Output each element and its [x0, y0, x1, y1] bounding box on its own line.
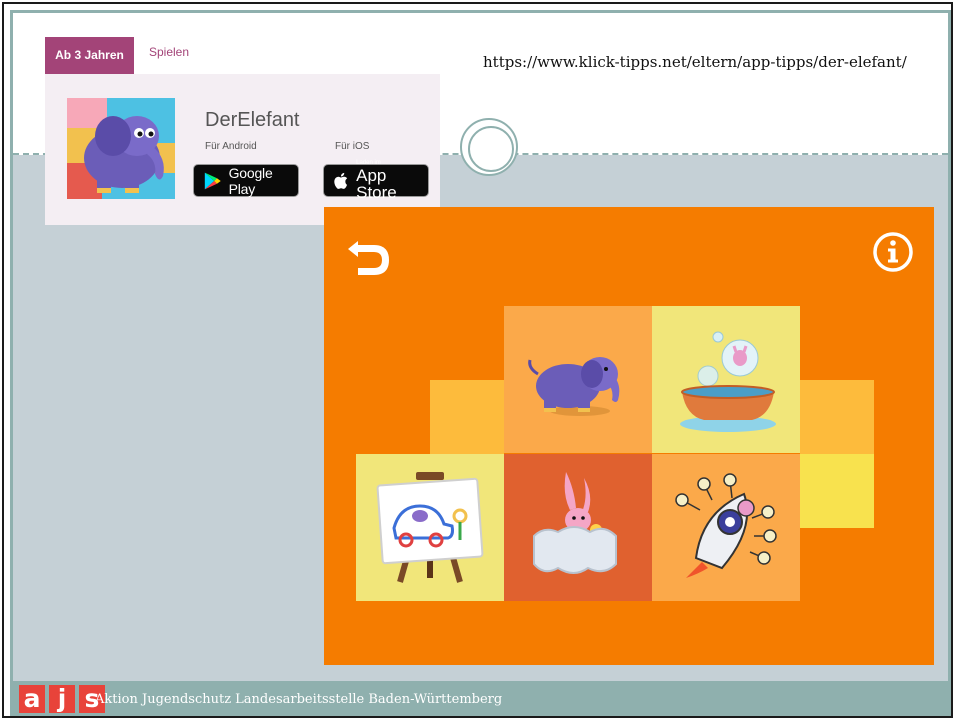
side-tile-left: [430, 380, 504, 454]
tile-elephant[interactable]: [504, 306, 652, 453]
game-screen: [324, 207, 934, 665]
tile-bathtub[interactable]: [652, 306, 800, 453]
info-icon[interactable]: [871, 230, 915, 274]
tab-play[interactable]: Spielen: [149, 37, 189, 74]
card-tabs: Ab 3 Jahren Spielen: [45, 37, 440, 74]
easel-icon: [376, 472, 484, 583]
app-name: DerElefant: [205, 109, 300, 131]
bathtub-icon: [680, 331, 776, 432]
apple-icon: [334, 172, 348, 189]
elephant-icon: [528, 357, 620, 416]
ajs-logo: a j s: [19, 685, 105, 713]
footer-text: Aktion Jugendschutz Landesarbeitsstelle …: [95, 692, 503, 707]
footer-bar: a j s Aktion Jugendschutz Landesarbeitss…: [13, 681, 948, 713]
google-play-label: Google Play: [228, 164, 273, 197]
source-url[interactable]: https://www.klick-tipps.net/eltern/app-t…: [483, 53, 907, 71]
ios-label: Für iOS: [335, 141, 370, 152]
app-store-text: Laden im App Store: [356, 160, 428, 201]
app-card: Ab 3 Jahren Spielen DerElefant Für Andro…: [45, 37, 440, 225]
side-tile-right: [800, 380, 874, 454]
tile-rocket[interactable]: [652, 454, 800, 601]
side-tile-right-lower: [800, 454, 874, 528]
app-store-button[interactable]: Laden im App Store: [323, 160, 429, 201]
rabbit-icon: [533, 472, 617, 574]
app-icon: [67, 98, 175, 199]
google-play-icon: [204, 172, 221, 189]
logo-letter-j: j: [49, 685, 75, 713]
slide-frame: https://www.klick-tipps.net/eltern/app-t…: [2, 2, 953, 718]
google-play-button[interactable]: Google Play: [193, 164, 299, 197]
back-arrow-icon[interactable]: [344, 231, 392, 279]
tile-rabbit[interactable]: [504, 454, 652, 601]
logo-letter-a: a: [19, 685, 45, 713]
tile-easel[interactable]: [356, 454, 504, 601]
slide-content: https://www.klick-tipps.net/eltern/app-t…: [10, 10, 951, 716]
circle-emblem: [460, 118, 518, 176]
android-label: Für Android: [205, 141, 257, 152]
rocket-icon: [675, 473, 777, 578]
tab-age[interactable]: Ab 3 Jahren: [45, 37, 134, 74]
app-store-label: App Store: [356, 166, 397, 202]
